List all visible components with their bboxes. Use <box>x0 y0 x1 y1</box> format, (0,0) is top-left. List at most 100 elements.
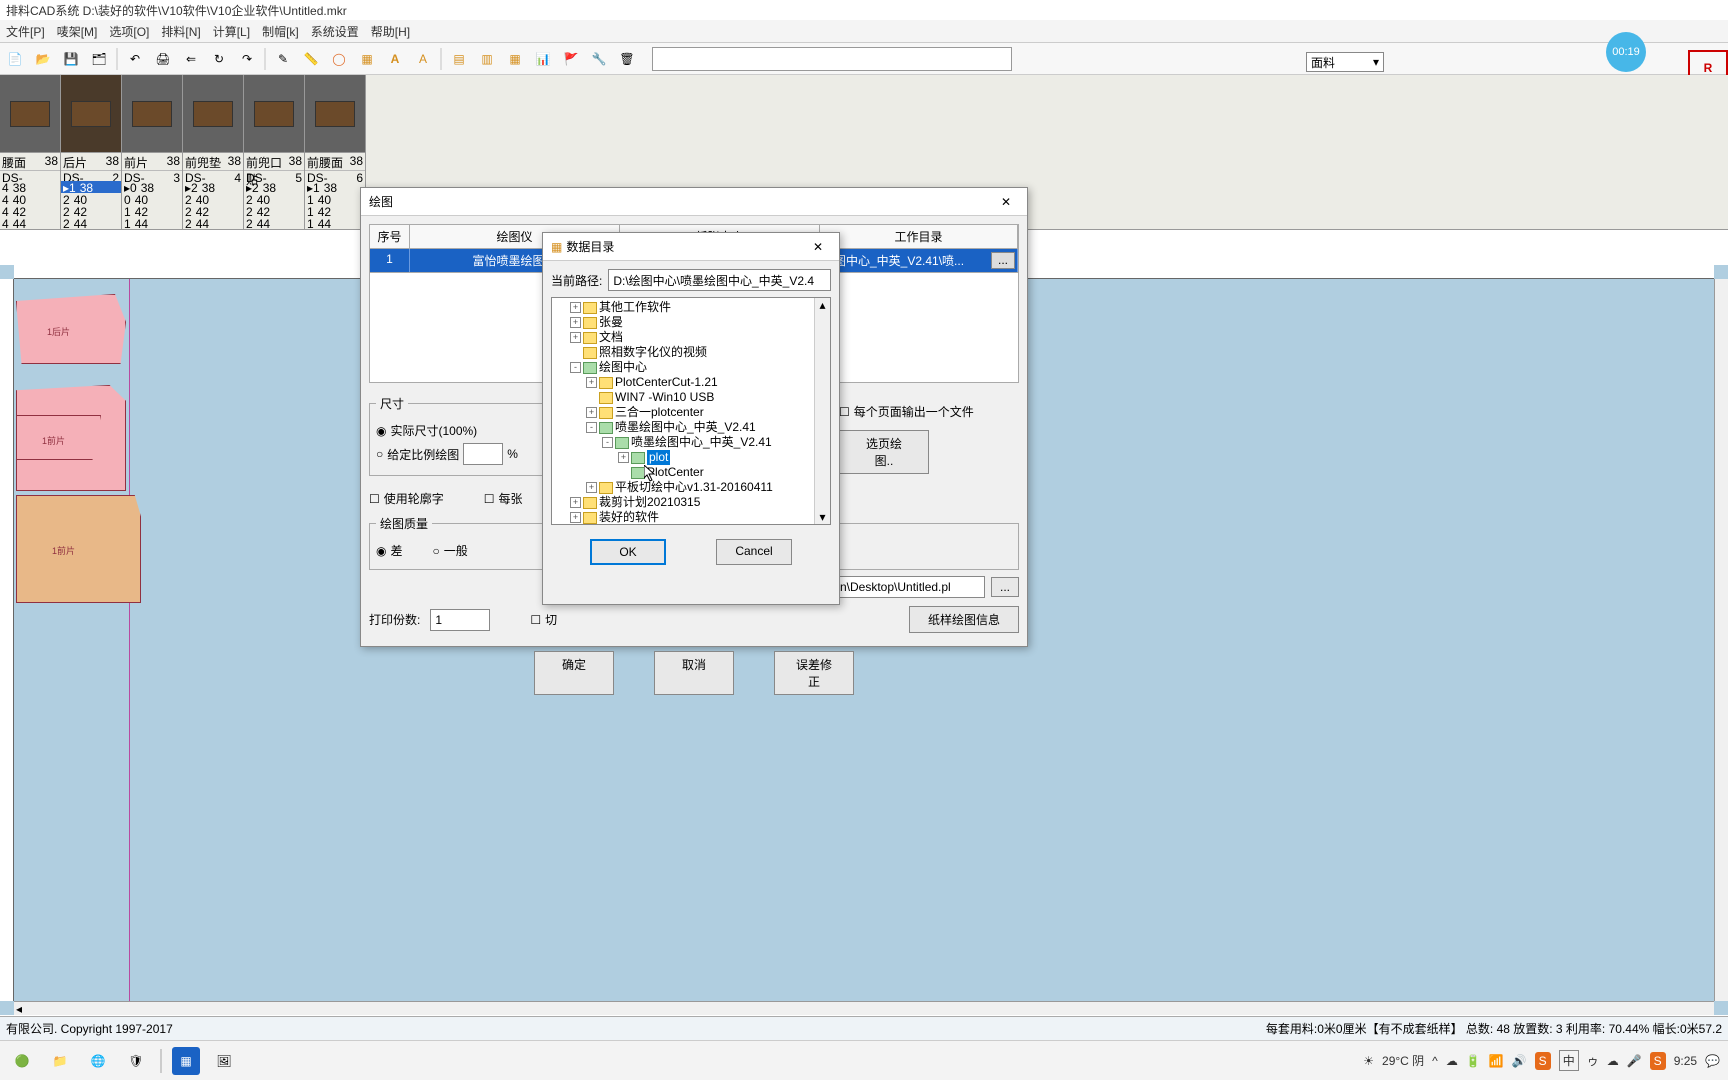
size-row[interactable]: 244 <box>244 217 304 229</box>
size-row[interactable]: 240 <box>183 193 243 205</box>
size-row[interactable]: 440 <box>0 193 60 205</box>
tree-item[interactable]: +裁剪计划20210315 <box>554 495 828 510</box>
text2-icon[interactable]: A <box>410 46 436 72</box>
close-icon[interactable]: ✕ <box>805 240 831 254</box>
chart-icon[interactable]: 📊 <box>530 46 556 72</box>
piece-thumbnail[interactable] <box>183 75 243 152</box>
sample-info-button[interactable]: 纸样绘图信息 <box>909 606 1019 633</box>
size-row[interactable]: 438 <box>0 181 60 193</box>
radio-quality-mid[interactable]: ○一般 <box>433 542 468 559</box>
piece-thumbnail[interactable] <box>244 75 304 152</box>
menu-item[interactable]: 唛架[M] <box>57 23 98 39</box>
tool-icon[interactable]: 🔧 <box>586 46 612 72</box>
tree-item[interactable]: +其他工作软件 <box>554 300 828 315</box>
ruler-icon[interactable]: 📏 <box>298 46 324 72</box>
arrow-left-icon[interactable]: ⇐ <box>178 46 204 72</box>
circle-icon[interactable]: ◯ <box>326 46 352 72</box>
tree-item[interactable]: +张曼 <box>554 315 828 330</box>
size-row[interactable]: 242 <box>61 205 121 217</box>
path-input[interactable] <box>608 269 831 291</box>
size-row[interactable]: 240 <box>61 193 121 205</box>
tree-item[interactable]: +plot <box>554 450 828 465</box>
refresh-icon[interactable]: ↻ <box>206 46 232 72</box>
tree-item[interactable]: -喷墨绘图中心_中英_V2.41 <box>554 435 828 450</box>
menu-item[interactable]: 制帽[k] <box>262 23 299 39</box>
size-row[interactable]: ▸238 <box>183 181 243 193</box>
size-row[interactable]: 244 <box>61 217 121 229</box>
radio-quality-bad[interactable]: ◉差 <box>376 542 403 559</box>
table2-icon[interactable]: ▥ <box>474 46 500 72</box>
size-row[interactable]: 140 <box>305 193 365 205</box>
size-row[interactable]: ▸138 <box>305 181 365 193</box>
menu-item[interactable]: 系统设置 <box>311 23 359 39</box>
redo-icon[interactable]: ↷ <box>234 46 260 72</box>
size-row[interactable]: 144 <box>305 217 365 229</box>
tree-item[interactable]: -绘图中心 <box>554 360 828 375</box>
copies-input[interactable] <box>430 609 490 631</box>
toolbar-field[interactable] <box>652 47 1012 71</box>
ratio-input[interactable] <box>463 443 503 465</box>
tree-item[interactable]: +三合一plotcenter <box>554 405 828 420</box>
ok-button[interactable]: 确定 <box>534 651 614 695</box>
size-row[interactable]: ▸038 <box>122 181 182 193</box>
chk-each-page[interactable]: ☐每个页面输出一个文件 <box>839 403 1019 420</box>
table3-icon[interactable]: ▦ <box>502 46 528 72</box>
fix-button[interactable]: 误差修正 <box>774 651 854 695</box>
app2-icon[interactable]: 🖼 <box>210 1047 238 1075</box>
tree-item[interactable]: +装好的软件 <box>554 510 828 525</box>
chk-outline[interactable]: ☐使用轮廓字 <box>369 490 444 507</box>
piece-thumbnail[interactable] <box>305 75 365 152</box>
tree-item[interactable]: +平板切绘中心v1.31-20160411 <box>554 480 828 495</box>
size-row[interactable]: 242 <box>244 205 304 217</box>
menu-item[interactable]: 选项[O] <box>109 23 149 39</box>
start-icon[interactable]: 🟢 <box>8 1047 36 1075</box>
size-row[interactable]: 444 <box>0 217 60 229</box>
tree-item[interactable]: WIN7 -Win10 USB <box>554 390 828 405</box>
new-icon[interactable]: 📄 <box>2 46 28 72</box>
close-icon[interactable]: ✕ <box>993 195 1019 209</box>
menu-item[interactable]: 排料[N] <box>161 23 200 39</box>
cancel-button[interactable]: 取消 <box>654 651 734 695</box>
table1-icon[interactable]: ▤ <box>446 46 472 72</box>
pattern-piece[interactable]: 1后片 <box>16 294 126 364</box>
size-row[interactable]: 242 <box>183 205 243 217</box>
tree-item[interactable]: PlotCenter <box>554 465 828 480</box>
chk-cut[interactable]: ☐切 <box>530 611 557 628</box>
piece-thumbnail[interactable] <box>122 75 182 152</box>
size-row[interactable]: 142 <box>122 205 182 217</box>
size-row[interactable]: 142 <box>305 205 365 217</box>
text-icon[interactable]: A <box>382 46 408 72</box>
browser-icon[interactable]: 🌐 <box>84 1047 112 1075</box>
browse-button[interactable]: ... <box>991 577 1019 597</box>
cancel-button[interactable]: Cancel <box>716 539 792 565</box>
system-tray[interactable]: ☀29°C 阴 ^☁🔋📶🔊 S 中 ゥ☁🎤 S 9:25 💬 <box>1363 1050 1720 1071</box>
tree-item[interactable]: -喷墨绘图中心_中英_V2.41 <box>554 420 828 435</box>
taskbar[interactable]: 🟢 📁 🌐 🛡 ▦ 🖼 ☀29°C 阴 ^☁🔋📶🔊 S 中 ゥ☁🎤 S 9:25… <box>0 1040 1728 1080</box>
flag-icon[interactable]: 🚩 <box>558 46 584 72</box>
tree-item[interactable]: +文档 <box>554 330 828 345</box>
tree-item[interactable]: 照相数字化仪的视频 <box>554 345 828 360</box>
pattern-piece[interactable]: 1前片 <box>16 495 141 603</box>
chk-each[interactable]: ☐每张 <box>484 490 523 507</box>
edit-icon[interactable]: ✎ <box>270 46 296 72</box>
size-row[interactable]: 144 <box>122 217 182 229</box>
grid-icon[interactable]: ▦ <box>354 46 380 72</box>
size-row[interactable]: 240 <box>244 193 304 205</box>
size-row[interactable]: ▸238 <box>244 181 304 193</box>
piece-thumbnail[interactable] <box>0 75 60 152</box>
explorer-icon[interactable]: 📁 <box>46 1047 74 1075</box>
size-row[interactable]: 244 <box>183 217 243 229</box>
scrollbar-horizontal[interactable]: ◂ <box>14 1001 1714 1015</box>
size-row[interactable]: 442 <box>0 205 60 217</box>
directory-tree[interactable]: +其他工作软件+张曼+文档照相数字化仪的视频-绘图中心+PlotCenterCu… <box>551 297 831 525</box>
menu-item[interactable]: 文件[P] <box>6 23 45 39</box>
tree-item[interactable]: +PlotCenterCut-1.21 <box>554 375 828 390</box>
ok-button[interactable]: OK <box>590 539 666 565</box>
menu-item[interactable]: 计算[L] <box>213 23 250 39</box>
scrollbar-vertical[interactable]: ▴ ▾ <box>814 298 830 524</box>
fabric-select[interactable]: 面料▾ <box>1306 52 1384 72</box>
save-as-icon[interactable]: 🗂 <box>86 46 112 72</box>
pattern-piece[interactable]: 1前片 <box>16 415 101 460</box>
menu-bar[interactable]: 文件[P]唛架[M]选项[O]排料[N]计算[L]制帽[k]系统设置帮助[H] <box>0 20 1728 42</box>
scrollbar-vertical[interactable] <box>1714 279 1728 1001</box>
